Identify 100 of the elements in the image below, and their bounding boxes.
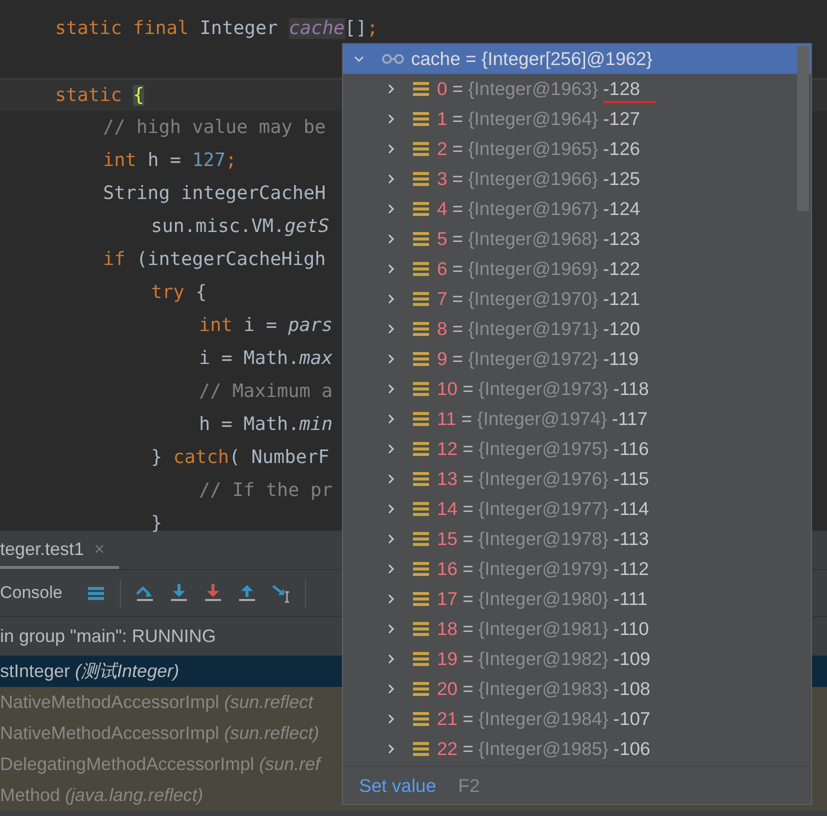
code-token: String integerCacheH <box>103 183 326 204</box>
element-value: -122 <box>603 258 642 281</box>
object-reference: {Integer@1979} <box>478 558 608 580</box>
equals-sign: = <box>452 108 464 130</box>
object-reference: {Integer@1972} <box>468 348 598 370</box>
array-index: 22 <box>437 738 458 760</box>
object-reference: {Integer@1974} <box>477 408 607 430</box>
equals-sign: = <box>452 228 464 250</box>
array-index: 18 <box>437 618 458 640</box>
code-token: { <box>196 282 207 303</box>
code-token: ; <box>226 150 237 171</box>
code-token: (integerCacheHigh <box>136 249 326 270</box>
code-token: int <box>103 150 138 171</box>
equals-sign: = <box>452 288 464 310</box>
object-reference: {Integer@1966} <box>468 168 598 190</box>
object-reference: {Integer@1975} <box>478 438 608 460</box>
equals-sign: = <box>462 708 474 730</box>
equals-sign: = <box>462 618 474 640</box>
code-token: } <box>151 513 162 534</box>
object-reference: {Integer@1985} <box>478 738 608 760</box>
array-index: 3 <box>437 168 448 190</box>
array-index: 11 <box>437 408 456 430</box>
array-index: 8 <box>437 318 448 340</box>
equals-sign: = <box>462 468 474 490</box>
element-value: -121 <box>603 288 642 311</box>
element-value: -108 <box>613 678 652 701</box>
code-token: getS <box>284 216 330 237</box>
code-token: [] <box>344 18 367 39</box>
code-token: if <box>103 249 126 270</box>
code-token: // Maximum a <box>199 381 333 402</box>
element-value: -116 <box>613 438 650 461</box>
equals-sign: = <box>452 78 464 100</box>
array-index: 21 <box>437 708 458 730</box>
code-token: catch <box>173 447 229 468</box>
element-value: -128 <box>603 78 656 103</box>
shortcut-hint: F2 <box>458 775 480 797</box>
code-token: { <box>132 85 144 106</box>
code-token: h = <box>148 150 182 171</box>
array-index: 17 <box>437 588 458 610</box>
code-token: i = Math. <box>199 348 300 369</box>
equals-sign: = <box>452 198 464 220</box>
equals-sign: = <box>452 348 464 370</box>
code-token: i = <box>244 315 278 336</box>
code-token: int <box>199 315 234 336</box>
code-token: 127 <box>192 150 226 171</box>
code-token: sun.misc.VM. <box>151 216 285 237</box>
array-index: 0 <box>437 78 448 100</box>
element-value: -125 <box>603 168 642 191</box>
code-token: ( NumberF <box>228 447 330 468</box>
element-value: -117 <box>612 408 649 431</box>
element-value: -107 <box>613 708 652 731</box>
code-token: min <box>299 414 333 435</box>
object-reference: {Integer@1984} <box>478 708 608 730</box>
object-reference: {Integer@1971} <box>468 318 598 340</box>
equals-sign: = <box>462 558 474 580</box>
code-token: try <box>151 282 186 303</box>
object-reference: {Integer@1964} <box>468 108 598 130</box>
code-token: Integer <box>200 18 279 39</box>
array-index: 1 <box>437 108 448 130</box>
equals-sign: = <box>462 438 474 460</box>
array-index: 20 <box>437 678 458 700</box>
object-reference: {Integer@1973} <box>478 378 608 400</box>
object-reference: {Integer@1977} <box>478 498 608 520</box>
equals-sign: = <box>462 738 474 760</box>
equals-sign: = <box>462 498 474 520</box>
equals-sign: = <box>461 408 472 430</box>
object-reference: {Integer@1968} <box>468 228 598 250</box>
array-index: 10 <box>437 378 458 400</box>
element-value: -113 <box>613 528 650 551</box>
code-token: // high value may be <box>103 117 326 138</box>
variable-label: cache = {Integer[256]@1962} <box>411 48 652 70</box>
code-token: cache <box>288 18 345 39</box>
code-token: h = Math. <box>199 414 300 435</box>
object-reference: {Integer@1976} <box>478 468 608 490</box>
equals-sign: = <box>462 528 474 550</box>
array-index: 5 <box>437 228 448 250</box>
object-reference: {Integer@1980} <box>478 588 608 610</box>
object-reference: {Integer@1969} <box>468 258 598 280</box>
equals-sign: = <box>452 138 464 160</box>
array-index: 16 <box>437 558 458 580</box>
element-value: -111 <box>613 588 649 611</box>
code-token: max <box>299 348 333 369</box>
code-token: static <box>55 85 123 106</box>
array-index: 4 <box>437 198 448 220</box>
array-index: 9 <box>437 348 448 370</box>
equals-sign: = <box>462 378 474 400</box>
element-value: -126 <box>603 138 642 161</box>
element-value: -112 <box>613 558 650 581</box>
code-token: pars <box>288 315 333 336</box>
element-value: -127 <box>603 108 642 131</box>
element-value: -120 <box>603 318 642 341</box>
array-index: 6 <box>437 258 448 280</box>
equals-sign: = <box>452 318 464 340</box>
array-index: 7 <box>437 288 448 310</box>
code-token: // If the pr <box>199 480 333 501</box>
array-index: 2 <box>437 138 448 160</box>
element-value: -124 <box>603 198 642 221</box>
array-index: 15 <box>437 528 458 550</box>
object-reference: {Integer@1981} <box>478 618 608 640</box>
equals-sign: = <box>452 258 464 280</box>
